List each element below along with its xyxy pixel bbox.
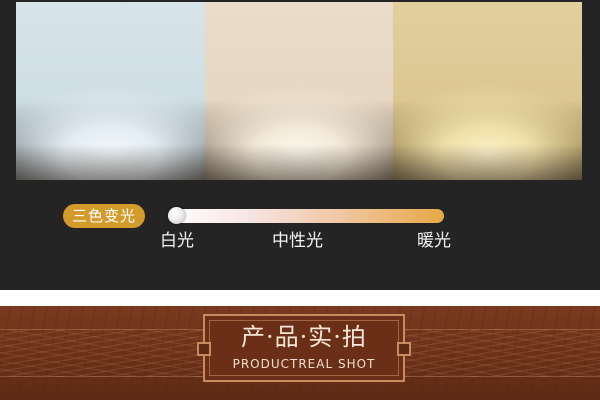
- banner-subtitle: PRODUCTREAL SHOT: [232, 357, 376, 371]
- warm-light-label: 暖光: [417, 231, 451, 251]
- light-panels: [16, 2, 583, 180]
- white-light-label: 白光: [160, 231, 194, 251]
- section-divider: [0, 290, 600, 306]
- light-demo-section: 三色变光 白光 中性光 暖光: [0, 0, 600, 290]
- color-temp-slider-track[interactable]: [168, 209, 444, 223]
- three-color-badge: 三色变光: [63, 204, 145, 228]
- warm-light-photo: [393, 2, 583, 180]
- neutral-light-label: 中性光: [272, 231, 323, 251]
- photo-shadow: [393, 144, 583, 180]
- white-light-photo: [16, 2, 205, 180]
- color-temp-slider-knob[interactable]: [168, 207, 185, 224]
- neutral-light-photo: [204, 2, 394, 180]
- banner-plaque: 产·品·实·拍 PRODUCTREAL SHOT: [197, 314, 411, 382]
- photo-shadow: [204, 144, 394, 180]
- photo-shadow: [16, 144, 205, 180]
- banner-title: 产·品·实·拍: [241, 323, 367, 351]
